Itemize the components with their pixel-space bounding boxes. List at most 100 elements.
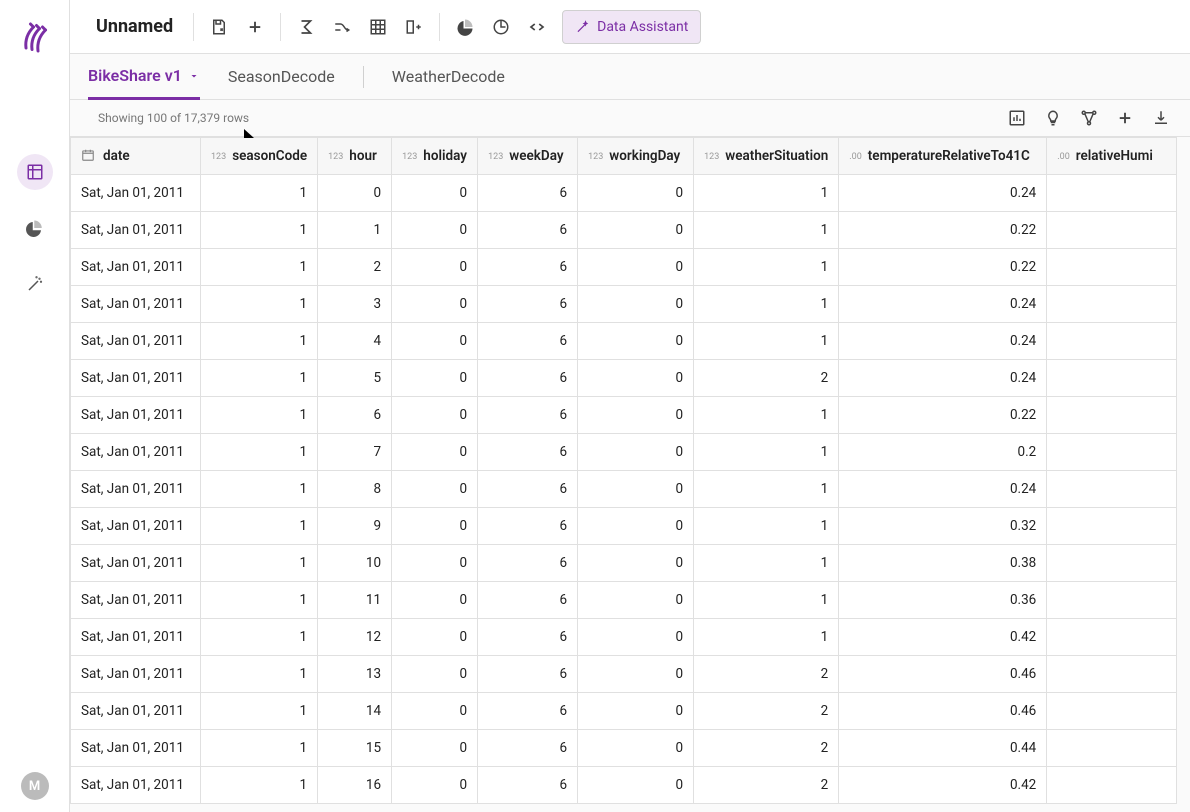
cell-relativeHumi[interactable]	[1047, 545, 1177, 582]
cell-date[interactable]: Sat, Jan 01, 2011	[71, 212, 201, 249]
cell-seasonCode[interactable]: 1	[201, 471, 318, 508]
cell-date[interactable]: Sat, Jan 01, 2011	[71, 582, 201, 619]
cell-weekDay[interactable]: 6	[478, 545, 578, 582]
table-row[interactable]: Sat, Jan 01, 20111206010.22	[71, 249, 1177, 286]
cell-hour[interactable]: 11	[318, 582, 392, 619]
code-button[interactable]	[520, 10, 554, 44]
cell-date[interactable]: Sat, Jan 01, 2011	[71, 545, 201, 582]
cell-relativeHumi[interactable]	[1047, 471, 1177, 508]
cell-date[interactable]: Sat, Jan 01, 2011	[71, 471, 201, 508]
cell-workingDay[interactable]: 0	[578, 286, 694, 323]
cell-workingDay[interactable]: 0	[578, 434, 694, 471]
cell-workingDay[interactable]: 0	[578, 212, 694, 249]
table-row[interactable]: Sat, Jan 01, 201111506020.44	[71, 730, 1177, 767]
tab-weatherdecode[interactable]: WeatherDecode	[392, 54, 505, 99]
cell-temperatureRelativeTo41C[interactable]: 0.24	[839, 323, 1047, 360]
cell-seasonCode[interactable]: 1	[201, 582, 318, 619]
cell-seasonCode[interactable]: 1	[201, 323, 318, 360]
cell-seasonCode[interactable]: 1	[201, 360, 318, 397]
table-row[interactable]: Sat, Jan 01, 201111006010.38	[71, 545, 1177, 582]
cell-seasonCode[interactable]: 1	[201, 545, 318, 582]
pivot-button[interactable]	[361, 10, 395, 44]
cell-temperatureRelativeTo41C[interactable]: 0.32	[839, 508, 1047, 545]
project-title[interactable]: Unnamed	[84, 16, 185, 37]
cell-seasonCode[interactable]: 1	[201, 397, 318, 434]
cell-weatherSituation[interactable]: 1	[694, 582, 839, 619]
cell-hour[interactable]: 12	[318, 619, 392, 656]
table-row[interactable]: Sat, Jan 01, 201111206010.42	[71, 619, 1177, 656]
cell-date[interactable]: Sat, Jan 01, 2011	[71, 767, 201, 804]
cell-weatherSituation[interactable]: 1	[694, 286, 839, 323]
cell-weekDay[interactable]: 6	[478, 175, 578, 212]
table-row[interactable]: Sat, Jan 01, 20111906010.32	[71, 508, 1177, 545]
cell-date[interactable]: Sat, Jan 01, 2011	[71, 360, 201, 397]
cell-seasonCode[interactable]: 1	[201, 212, 318, 249]
cell-hour[interactable]: 13	[318, 656, 392, 693]
cell-relativeHumi[interactable]	[1047, 619, 1177, 656]
cell-relativeHumi[interactable]	[1047, 693, 1177, 730]
cell-date[interactable]: Sat, Jan 01, 2011	[71, 656, 201, 693]
cell-weekDay[interactable]: 6	[478, 582, 578, 619]
col-header-workingDay[interactable]: 123workingDay	[578, 138, 694, 175]
table-row[interactable]: Sat, Jan 01, 20111806010.24	[71, 471, 1177, 508]
cell-seasonCode[interactable]: 1	[201, 434, 318, 471]
cell-temperatureRelativeTo41C[interactable]: 0.24	[839, 286, 1047, 323]
cell-relativeHumi[interactable]	[1047, 212, 1177, 249]
cell-date[interactable]: Sat, Jan 01, 2011	[71, 508, 201, 545]
cell-workingDay[interactable]: 0	[578, 249, 694, 286]
cell-hour[interactable]: 16	[318, 767, 392, 804]
cell-workingDay[interactable]: 0	[578, 323, 694, 360]
add-button[interactable]	[238, 10, 272, 44]
table-row[interactable]: Sat, Jan 01, 20111106010.22	[71, 212, 1177, 249]
cell-hour[interactable]: 1	[318, 212, 392, 249]
col-header-weatherSituation[interactable]: 123weatherSituation	[694, 138, 839, 175]
cell-workingDay[interactable]: 0	[578, 397, 694, 434]
cell-temperatureRelativeTo41C[interactable]: 0.24	[839, 360, 1047, 397]
cell-holiday[interactable]: 0	[392, 582, 478, 619]
table-row[interactable]: Sat, Jan 01, 20111706010.2	[71, 434, 1177, 471]
cell-weekDay[interactable]: 6	[478, 767, 578, 804]
col-header-date[interactable]: date	[71, 138, 201, 175]
cell-seasonCode[interactable]: 1	[201, 249, 318, 286]
cell-date[interactable]: Sat, Jan 01, 2011	[71, 619, 201, 656]
cell-weatherSituation[interactable]: 1	[694, 212, 839, 249]
cell-weekDay[interactable]: 6	[478, 212, 578, 249]
cell-hour[interactable]: 3	[318, 286, 392, 323]
col-header-temperatureRelativeTo41C[interactable]: .00temperatureRelativeTo41C	[839, 138, 1047, 175]
cell-temperatureRelativeTo41C[interactable]: 0.38	[839, 545, 1047, 582]
cell-temperatureRelativeTo41C[interactable]: 0.22	[839, 212, 1047, 249]
cell-hour[interactable]: 7	[318, 434, 392, 471]
cell-holiday[interactable]: 0	[392, 286, 478, 323]
table-row[interactable]: Sat, Jan 01, 20111506020.24	[71, 360, 1177, 397]
cell-temperatureRelativeTo41C[interactable]: 0.46	[839, 693, 1047, 730]
cell-seasonCode[interactable]: 1	[201, 693, 318, 730]
sidebar-charts-button[interactable]	[17, 210, 53, 246]
cell-weatherSituation[interactable]: 1	[694, 175, 839, 212]
cell-holiday[interactable]: 0	[392, 545, 478, 582]
cell-holiday[interactable]: 0	[392, 471, 478, 508]
cell-date[interactable]: Sat, Jan 01, 2011	[71, 175, 201, 212]
cell-weekDay[interactable]: 6	[478, 693, 578, 730]
cell-hour[interactable]: 6	[318, 397, 392, 434]
cell-workingDay[interactable]: 0	[578, 582, 694, 619]
cell-relativeHumi[interactable]	[1047, 767, 1177, 804]
cell-holiday[interactable]: 0	[392, 434, 478, 471]
cell-weekDay[interactable]: 6	[478, 360, 578, 397]
add-meta-button[interactable]	[1114, 107, 1136, 129]
cell-relativeHumi[interactable]	[1047, 656, 1177, 693]
user-avatar[interactable]: M	[21, 772, 49, 800]
cell-weatherSituation[interactable]: 2	[694, 360, 839, 397]
cell-weatherSituation[interactable]: 1	[694, 397, 839, 434]
cell-relativeHumi[interactable]	[1047, 730, 1177, 767]
cell-hour[interactable]: 8	[318, 471, 392, 508]
chart-panel-button[interactable]	[1006, 107, 1028, 129]
cell-hour[interactable]: 10	[318, 545, 392, 582]
cell-weekDay[interactable]: 6	[478, 286, 578, 323]
table-row[interactable]: Sat, Jan 01, 20111306010.24	[71, 286, 1177, 323]
cell-holiday[interactable]: 0	[392, 508, 478, 545]
cell-temperatureRelativeTo41C[interactable]: 0.44	[839, 730, 1047, 767]
cell-weatherSituation[interactable]: 1	[694, 323, 839, 360]
cell-weekDay[interactable]: 6	[478, 434, 578, 471]
cell-workingDay[interactable]: 0	[578, 656, 694, 693]
cell-workingDay[interactable]: 0	[578, 693, 694, 730]
